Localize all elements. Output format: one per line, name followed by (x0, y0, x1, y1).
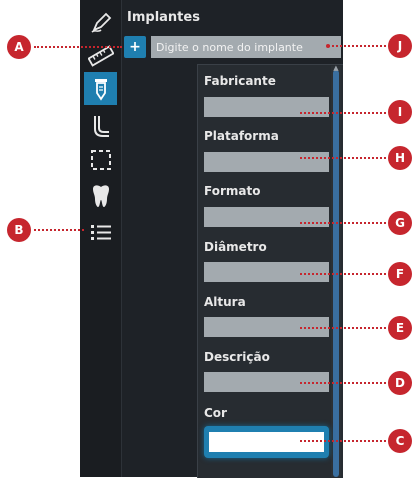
callout-h-leader (300, 157, 386, 159)
formato-field[interactable] (204, 207, 329, 227)
callout-g-leader (300, 222, 386, 224)
formato-label: Formato (204, 184, 261, 198)
add-implant-button[interactable]: + (124, 36, 146, 58)
diametro-label: Diâmetro (204, 240, 267, 254)
callout-a: A (7, 35, 31, 59)
callout-f-leader (300, 273, 386, 275)
callout-c: C (388, 429, 412, 453)
callout-g: G (388, 211, 412, 235)
callout-a-leader (34, 46, 122, 48)
altura-label: Altura (204, 295, 246, 309)
callout-d-leader (300, 382, 386, 384)
selection-icon[interactable] (84, 143, 117, 176)
panel-title: Implantes (127, 10, 200, 25)
canal-icon[interactable] (84, 109, 117, 142)
callout-f: F (388, 262, 412, 286)
callout-i-leader (300, 112, 386, 114)
callout-j: J (388, 34, 412, 58)
color-swatch[interactable] (209, 432, 324, 452)
diametro-field[interactable] (204, 262, 329, 282)
implant-search-input[interactable] (151, 36, 341, 58)
callout-d: D (388, 371, 412, 395)
fabricante-label: Fabricante (204, 74, 276, 88)
callout-j-dot (326, 44, 330, 48)
descricao-label: Descrição (204, 350, 270, 364)
scroll-up-icon[interactable]: ▲ (331, 64, 341, 72)
callout-j-leader (328, 45, 386, 47)
fabricante-field[interactable] (204, 97, 329, 117)
implant-icon[interactable] (84, 72, 117, 105)
callout-h: H (388, 146, 412, 170)
cor-label: Cor (204, 406, 227, 420)
callout-c-leader (300, 440, 386, 442)
callout-b: B (7, 218, 31, 242)
callout-e: E (388, 316, 412, 340)
list-icon[interactable] (84, 215, 117, 248)
callout-b-leader (34, 229, 84, 231)
tooth-icon[interactable] (84, 179, 117, 212)
plataforma-field[interactable] (204, 152, 329, 172)
pen-icon[interactable] (84, 6, 117, 39)
callout-i: I (388, 100, 412, 124)
callout-e-leader (300, 327, 386, 329)
plataforma-label: Plataforma (204, 129, 279, 143)
ruler-icon[interactable] (84, 39, 117, 72)
